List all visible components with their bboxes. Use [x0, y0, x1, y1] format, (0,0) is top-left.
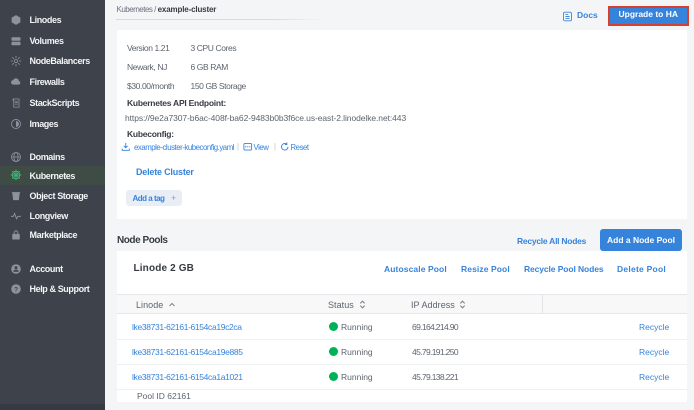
svg-text:?: ? — [13, 286, 17, 293]
